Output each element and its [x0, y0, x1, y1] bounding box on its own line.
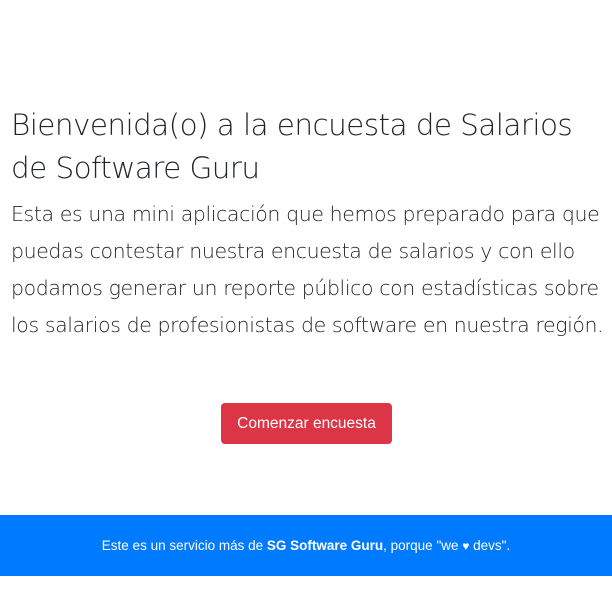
footer-text: Este es un servicio más de SG Software G… — [102, 538, 510, 553]
page: Bienvenida(o) a la encuesta de Salarios … — [0, 0, 612, 612]
footer-middle: , porque "we — [383, 538, 463, 553]
start-survey-button[interactable]: Comenzar encuesta — [221, 403, 392, 444]
footer-brand: SG Software Guru — [266, 538, 384, 553]
footer-suffix: devs". — [469, 538, 511, 553]
hero-section: Bienvenida(o) a la encuesta de Salarios … — [11, 104, 611, 344]
intro-text: Esta es una mini aplicación que hemos pr… — [11, 202, 604, 337]
page-title: Bienvenida(o) a la encuesta de Salarios … — [11, 108, 573, 185]
footer-prefix: Este es un servicio más de — [101, 538, 267, 553]
cta-container: Comenzar encuesta — [0, 403, 612, 444]
footer: Este es un servicio más de SG Software G… — [0, 515, 612, 576]
